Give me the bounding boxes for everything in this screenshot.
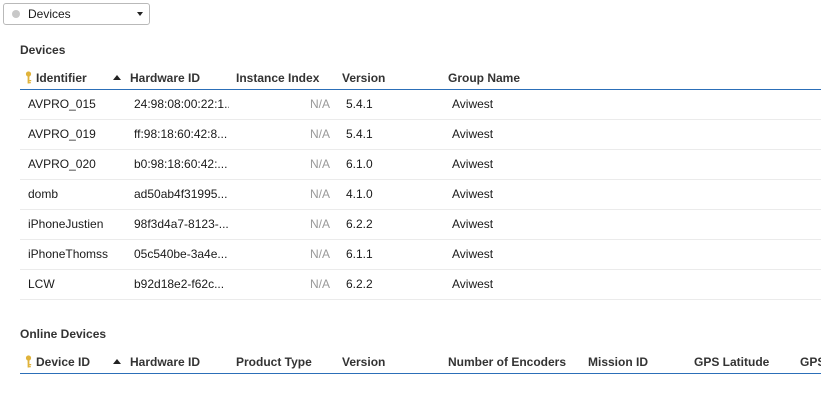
cell-version: 4.1.0	[346, 187, 373, 201]
column-header-hardware-id[interactable]: Hardware ID	[130, 351, 200, 373]
cell-identifier: iPhoneThomss	[28, 247, 109, 261]
key-icon	[25, 71, 32, 84]
table-row[interactable]: AVPRO_019 ff:98:18:60:42:8... N/A 5.4.1 Aviw…	[20, 120, 821, 150]
status-dot-icon	[12, 10, 20, 18]
cell-hardware-id: b92d18e2-f62c...	[134, 277, 225, 291]
cell-hardware-id: 98f3d4a7-8123-...	[134, 217, 229, 231]
table-row[interactable]: AVPRO_020 b0:98:18:60:42:... N/A 6.1.0 Aviwe…	[20, 150, 821, 180]
table-row[interactable]: LCW b92d18e2-f62c... N/A 6.2.2 Aviwest	[20, 270, 821, 300]
cell-instance-index: N/A	[309, 277, 330, 291]
column-header-version[interactable]: Version	[342, 351, 385, 373]
column-header-identifier[interactable]: Identifier	[36, 67, 87, 89]
table-row[interactable]: AVPRO_015 24:98:08:00:22:1... N/A 5.4.1 Aviw…	[20, 90, 821, 120]
cell-group-name: Aviwest	[452, 127, 494, 141]
cell-group-name: Aviwest	[452, 300, 572, 307]
sort-ascending-icon[interactable]	[113, 359, 121, 364]
cell-group-name: Aviwest	[452, 187, 494, 201]
cell-hardware-id: b0:98:18:60:42:...	[134, 157, 228, 171]
cell-instance-index: N/A	[309, 97, 330, 111]
cell-group-name: Aviwest	[452, 247, 494, 261]
column-header-gps[interactable]: GPS	[800, 351, 821, 373]
cell-version: 5.4.1	[346, 97, 373, 111]
cell-version: 6.2.2	[346, 217, 373, 231]
devices-grid-body[interactable]: AVPRO_015 24:98:08:00:22:1... N/A 5.4.1 Aviw…	[20, 90, 821, 307]
cell-identifier: LCW	[28, 277, 55, 291]
cell-group-name: Aviwest	[452, 217, 494, 231]
cell-instance-index: N/A	[309, 187, 330, 201]
sort-ascending-icon[interactable]	[113, 75, 121, 80]
column-header-number-of-encoders[interactable]: Number of Encoders	[448, 351, 566, 373]
devices-grid-header: Identifier Hardware ID Instance Index Ve…	[20, 67, 821, 90]
cell-instance-index: N/A	[309, 217, 330, 231]
cell-group-name: Aviwest	[452, 97, 494, 111]
cell-identifier: AVPRO_020	[28, 157, 96, 171]
cell-instance-index: N/A	[309, 127, 330, 141]
chevron-down-icon	[137, 12, 143, 16]
cell-hardware-id: ff:98:18:60:42:8...	[134, 127, 228, 141]
column-header-group-name[interactable]: Group Name	[448, 67, 520, 89]
cell-instance-index: N/A	[236, 300, 330, 307]
column-header-product-type[interactable]: Product Type	[236, 351, 312, 373]
column-header-hardware-id[interactable]: Hardware ID	[130, 67, 200, 89]
column-header-instance-index[interactable]: Instance Index	[236, 67, 319, 89]
key-icon	[25, 355, 32, 368]
cell-version: 6.1.0	[346, 157, 373, 171]
cell-identifier: iPhoneJustien	[28, 217, 104, 231]
online-devices-grid: Device ID Hardware ID Product Type Versi…	[20, 351, 821, 374]
cell-instance-index: N/A	[309, 157, 330, 171]
cell-hardware-id: 24:98:08:00:22:1...	[134, 97, 229, 111]
devices-grid: Identifier Hardware ID Instance Index Ve…	[20, 67, 821, 307]
column-header-device-id[interactable]: Device ID	[36, 351, 90, 373]
cell-version: 5.4.1	[346, 127, 373, 141]
cell-hardware-id: 34c7cff728320d...	[134, 300, 229, 307]
table-row[interactable]: iPhoneThomss 05c540be-3a4e... N/A 6.1.1 Aviw…	[20, 240, 821, 270]
cell-group-name: Aviwest	[452, 277, 494, 291]
cell-group-name: Aviwest	[452, 157, 494, 171]
cell-identifier: AVPRO_015	[28, 97, 96, 111]
cell-version: 6.2.2	[346, 277, 373, 291]
view-selector-value: Devices	[28, 7, 71, 21]
cell-instance-index: N/A	[309, 247, 330, 261]
online-devices-grid-header: Device ID Hardware ID Product Type Versi…	[20, 351, 821, 374]
cell-identifier: S25vanFrederic	[28, 300, 128, 307]
table-row[interactable]: S25vanFrederic 34c7cff728320d... N/A 4.1.0 A…	[20, 300, 821, 307]
table-row[interactable]: iPhoneJustien 98f3d4a7-8123-... N/A 6.2.2 Av…	[20, 210, 821, 240]
cell-version: 6.1.1	[346, 247, 373, 261]
cell-hardware-id: ad50ab4f31995...	[134, 187, 228, 201]
cell-hardware-id: 05c540be-3a4e...	[134, 247, 228, 261]
devices-section-title: Devices	[20, 43, 66, 57]
column-header-mission-id[interactable]: Mission ID	[588, 351, 648, 373]
column-header-version[interactable]: Version	[342, 67, 385, 89]
cell-version: 4.1.0	[346, 300, 436, 307]
view-selector-dropdown[interactable]: Devices	[3, 3, 150, 25]
table-row[interactable]: domb ad50ab4f31995... N/A 4.1.0 Aviwest	[20, 180, 821, 210]
online-devices-section-title: Online Devices	[20, 327, 107, 341]
cell-identifier: domb	[28, 187, 59, 201]
cell-identifier: AVPRO_019	[28, 127, 96, 141]
column-header-gps-latitude[interactable]: GPS Latitude	[694, 351, 769, 373]
